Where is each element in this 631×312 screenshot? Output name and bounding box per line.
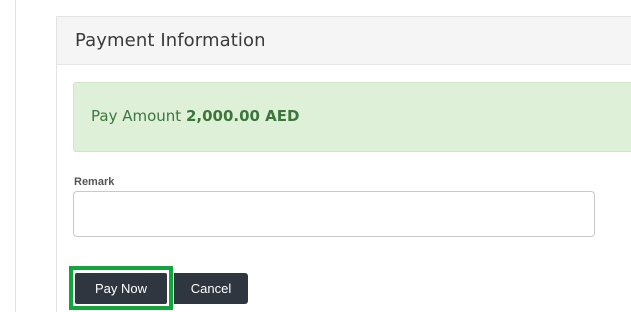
pay-now-button[interactable]: Pay Now: [75, 273, 167, 304]
remark-input[interactable]: [73, 191, 595, 237]
payment-panel: Payment Information Pay Amount 2,000.00 …: [56, 16, 631, 312]
panel-header: Payment Information: [57, 17, 631, 65]
pay-amount-alert: Pay Amount 2,000.00 AED: [73, 82, 631, 152]
remark-label: Remark: [74, 176, 115, 188]
left-divider: [15, 0, 16, 312]
cancel-button[interactable]: Cancel: [174, 273, 248, 304]
panel-title: Payment Information: [75, 30, 266, 51]
pay-amount-prefix: Pay Amount: [91, 107, 182, 125]
pay-amount-value: 2,000.00 AED: [185, 107, 300, 125]
pay-amount-text: Pay Amount 2,000.00 AED: [91, 107, 300, 125]
page: Payment Information Pay Amount 2,000.00 …: [0, 0, 631, 312]
